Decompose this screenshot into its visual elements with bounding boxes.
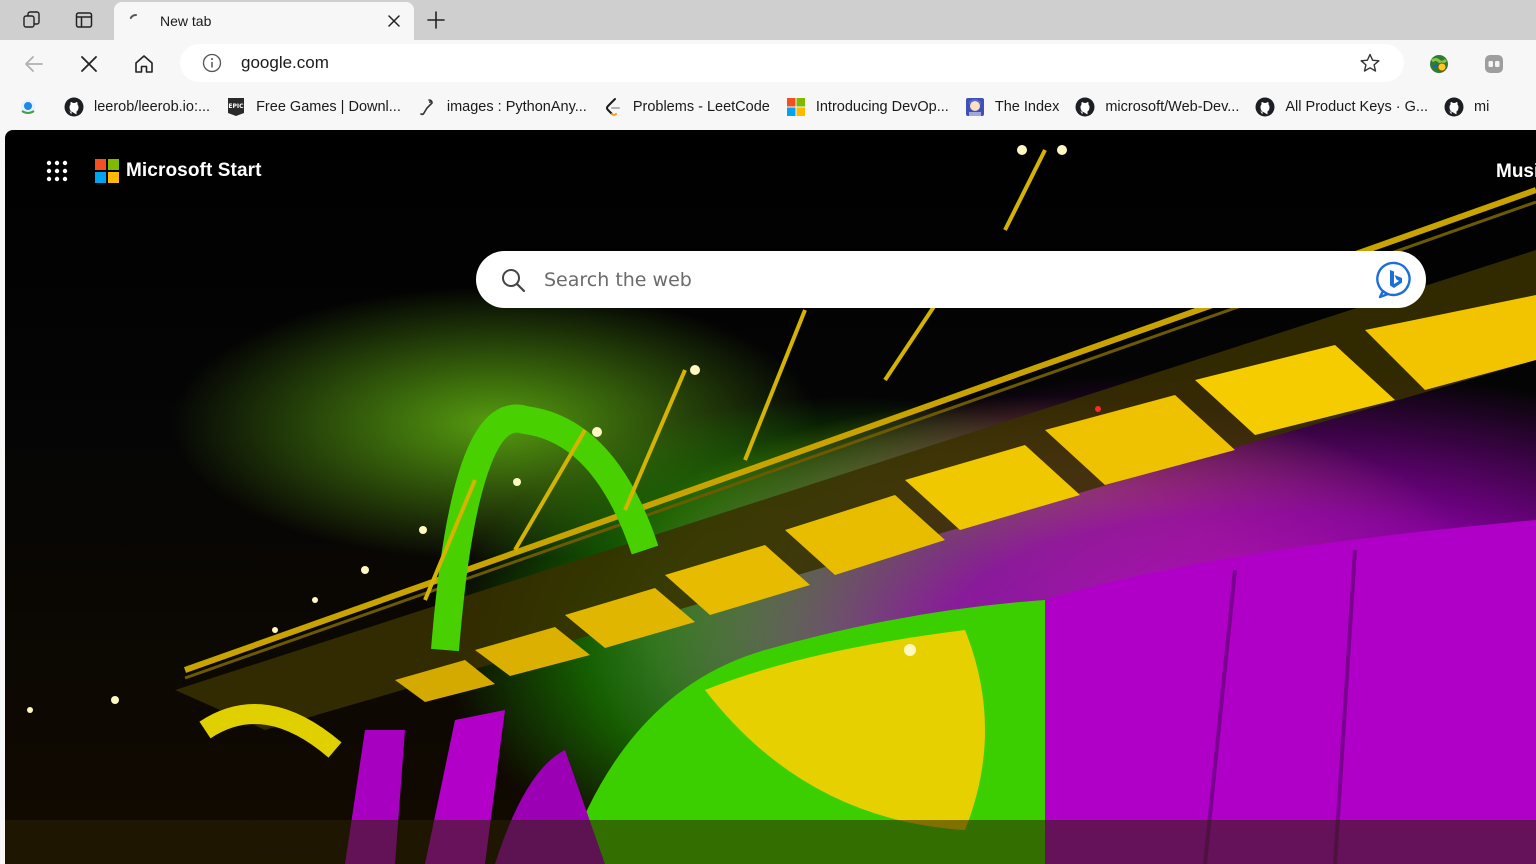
loading-spinner-icon (126, 11, 146, 31)
microsoft-logo-icon (95, 159, 119, 183)
bookmark-edge[interactable] (18, 92, 54, 122)
bookmark-item[interactable]: Problems - LeetCode (603, 92, 776, 122)
bookmark-label: mi (1474, 99, 1490, 115)
new-tab-page: Microsoft Start Musi (5, 130, 1536, 864)
site-info-button[interactable] (197, 48, 227, 78)
info-icon (202, 53, 222, 73)
github-icon (1444, 97, 1464, 117)
anime-avatar-icon (965, 97, 985, 117)
new-tab-button[interactable] (419, 4, 453, 36)
web-search-box[interactable] (476, 251, 1426, 308)
bookmark-item[interactable]: Introducing DevOp... (786, 92, 955, 122)
profile-button[interactable] (1476, 46, 1512, 82)
github-icon (1075, 97, 1095, 117)
ms-start-header: Microsoft Start Musi (5, 130, 1536, 210)
vertical-tabs-button[interactable] (67, 4, 101, 36)
bing-chat-button[interactable] (1374, 259, 1416, 301)
back-arrow-icon (25, 56, 43, 72)
extension-globe-icon (1430, 55, 1448, 73)
favorite-button[interactable] (1354, 47, 1386, 79)
bookmark-item[interactable]: The Index (965, 92, 1066, 122)
search-icon (498, 265, 528, 295)
bookmark-label: Free Games | Downl... (256, 99, 401, 115)
home-icon (135, 55, 153, 73)
bookmarks-bar: leerob/leerob.io:... EPIC Free Games | D… (0, 88, 1536, 126)
back-button[interactable] (16, 46, 52, 82)
address-text[interactable]: google.com (241, 53, 1354, 73)
edge-favicon-icon (18, 97, 38, 117)
bookmark-label: Introducing DevOp... (815, 99, 949, 115)
bookmark-label: images : PythonAny... (446, 99, 587, 115)
microsoft-icon (786, 97, 806, 117)
leetcode-icon (603, 97, 623, 117)
svg-text:EPIC: EPIC (229, 103, 245, 110)
star-icon (1360, 53, 1380, 72)
search-input[interactable] (544, 259, 1374, 300)
vertical-tabs-icon (75, 12, 93, 28)
github-icon (1255, 97, 1275, 117)
brand-title: Microsoft Start (126, 160, 262, 181)
profile-icon (1485, 55, 1503, 73)
pythonanywhere-icon (417, 97, 437, 117)
stop-loading-button[interactable] (71, 46, 107, 82)
extension-button[interactable] (1421, 46, 1457, 82)
stop-loading-icon (81, 56, 97, 72)
workspaces-icon (23, 11, 40, 28)
tab-strip: New tab (0, 0, 1536, 40)
github-icon (64, 97, 84, 117)
app-launcher-button[interactable] (45, 156, 69, 186)
bookmark-item[interactable]: mi (1444, 92, 1495, 122)
tab-new-tab[interactable]: New tab (114, 2, 414, 40)
bookmark-label: leerob/leerob.io:... (94, 99, 211, 115)
app-grid-icon (46, 160, 68, 182)
epic-games-icon: EPIC (226, 97, 246, 117)
bookmark-item[interactable]: microsoft/Web-Dev... (1075, 92, 1245, 122)
bookmark-item[interactable]: All Product Keys · G... (1255, 92, 1434, 122)
close-icon (388, 15, 400, 27)
tab-title: New tab (160, 13, 212, 29)
bookmark-item[interactable]: leerob/leerob.io:... (64, 92, 216, 122)
browser-toolbar: google.com (0, 40, 1536, 88)
close-tab-button[interactable] (380, 7, 408, 35)
bookmark-label: microsoft/Web-Dev... (1105, 99, 1240, 115)
address-bar[interactable]: google.com (180, 44, 1404, 82)
bookmark-item[interactable]: EPIC Free Games | Downl... (226, 92, 407, 122)
home-button[interactable] (126, 46, 162, 82)
plus-icon (427, 11, 445, 29)
bookmark-label: All Product Keys · G... (1285, 99, 1429, 115)
microsoft-start-logo[interactable]: Microsoft Start (95, 159, 262, 183)
header-link-truncated[interactable]: Musi (1496, 161, 1536, 183)
background-bridge-image (5, 145, 1536, 864)
bookmark-label: Problems - LeetCode (632, 99, 770, 115)
workspaces-button[interactable] (15, 4, 49, 36)
bing-chat-icon (1376, 261, 1411, 298)
bookmark-label: The Index (994, 99, 1060, 115)
bookmark-item[interactable]: images : PythonAny... (417, 92, 593, 122)
